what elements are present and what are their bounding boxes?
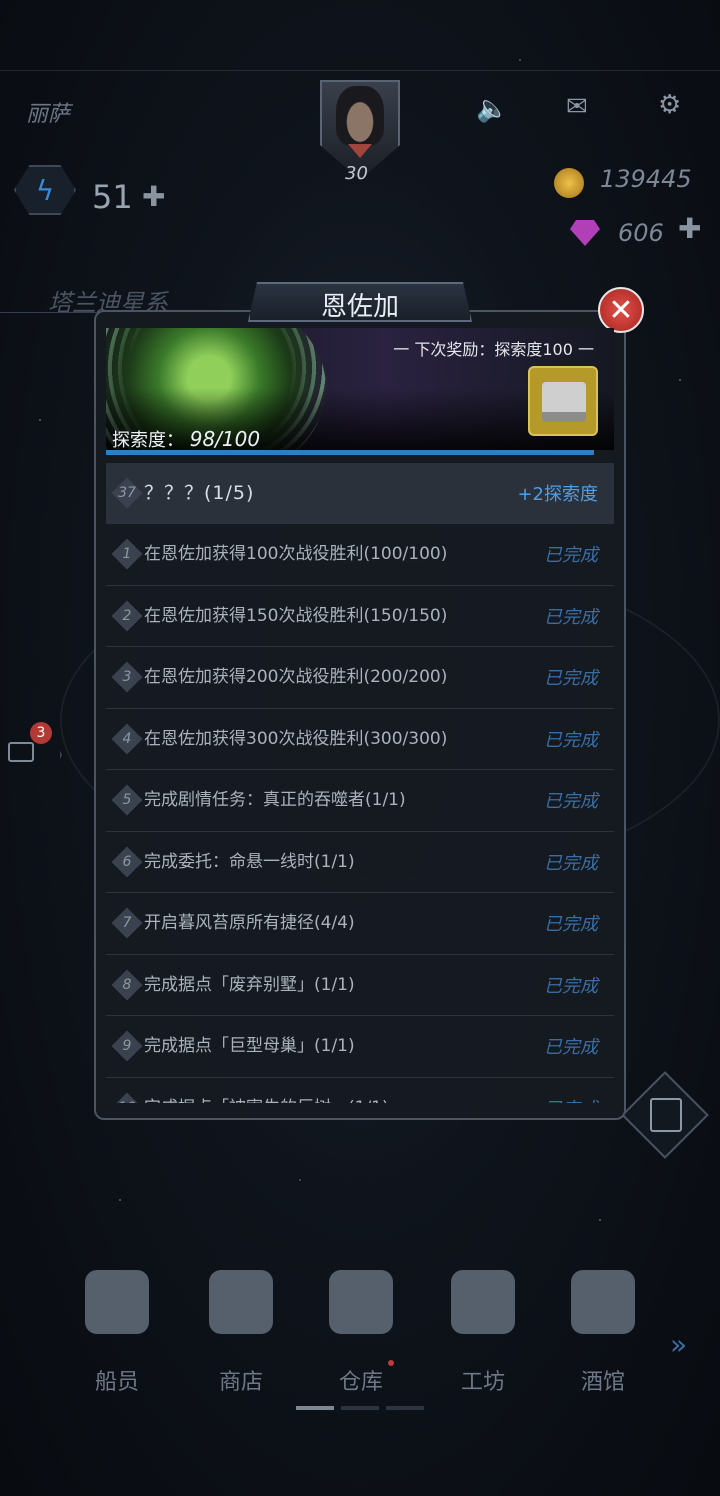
- item-status: 已完成: [544, 545, 598, 567]
- exploration-value: 98/100: [189, 427, 261, 450]
- item-status: 已完成: [544, 1095, 598, 1103]
- item-number: 10: [116, 1100, 138, 1103]
- add-energy-icon[interactable]: ✚: [142, 180, 165, 213]
- item-number: 7: [122, 915, 132, 932]
- item-text: ？？？(1/5): [144, 482, 255, 504]
- item-text: 在恩佐加获得200次战役胜利(200/200): [144, 667, 448, 688]
- warehouse-notification-dot: [388, 1360, 394, 1366]
- coin-value: 139445: [600, 165, 692, 193]
- nav-label: 仓库: [338, 1370, 383, 1395]
- item-number: 9: [122, 1038, 132, 1055]
- item-status: 已完成: [544, 606, 598, 628]
- nav-item-0[interactable]: 船员: [62, 1270, 172, 1396]
- item-number: 4: [122, 730, 132, 747]
- page-indicator: [386, 1406, 424, 1410]
- close-button[interactable]: ✕: [598, 287, 644, 333]
- item-number: 1: [122, 546, 132, 563]
- item-status: 已完成: [544, 852, 598, 874]
- item-status: 已完成: [544, 1037, 598, 1059]
- list-item[interactable]: 8 完成据点「废弃别墅」(1/1) 已完成: [106, 955, 614, 1016]
- item-number: 6: [122, 853, 132, 870]
- next-reward-label: 一 下次奖励：探索度100 一: [393, 340, 594, 359]
- nav-label: 船员: [94, 1370, 139, 1395]
- nav-label: 工坊: [460, 1370, 505, 1395]
- item-number: 37: [118, 485, 136, 501]
- exploration-label: 探索度：: [112, 430, 184, 450]
- list-item[interactable]: 9 完成据点「巨型母巢」(1/1) 已完成: [106, 1016, 614, 1078]
- double-chevron-right-icon[interactable]: »: [670, 1328, 687, 1361]
- list-item[interactable]: 7 开启暮风苔原所有捷径(4/4) 已完成: [106, 893, 614, 955]
- list-item[interactable]: 2 在恩佐加获得150次战役胜利(150/150) 已完成: [106, 586, 614, 647]
- item-text: 完成剧情任务：真正的吞噬者(1/1): [144, 790, 406, 811]
- item-text: 开启暮风苔原所有捷径(4/4): [144, 913, 355, 934]
- item-text: 完成据点「被寄生的巨树」(1/1): [144, 1096, 504, 1103]
- coin-icon: [554, 168, 584, 198]
- exploration-progress-bar: [106, 450, 595, 455]
- nav-item-3[interactable]: 工坊: [428, 1270, 538, 1396]
- list-item[interactable]: 10 完成据点「被寄生的巨树」(1/1) 已完成: [106, 1078, 614, 1103]
- page-indicator: [341, 1406, 379, 1410]
- list-item[interactable]: 1 在恩佐加获得100次战役胜利(100/100) 已完成: [106, 524, 614, 586]
- mail-icon[interactable]: ✉: [566, 92, 588, 122]
- player-name[interactable]: 丽萨: [26, 96, 70, 128]
- item-text: 在恩佐加获得150次战役胜利(150/150): [144, 605, 448, 626]
- crew-icon: [85, 1270, 149, 1334]
- gem-value: 606: [618, 219, 664, 247]
- item-text: 完成委托：命悬一线时(1/1): [144, 851, 355, 872]
- avatar-portrait: [336, 86, 384, 146]
- item-status: 已完成: [544, 668, 598, 690]
- item-number: 5: [122, 792, 132, 809]
- gear-icon[interactable]: ⚙: [658, 90, 681, 120]
- reward-chest-button[interactable]: [528, 366, 598, 436]
- list-item[interactable]: 4 在恩佐加获得300次战役胜利(300/300) 已完成: [106, 709, 614, 770]
- item-status: 已完成: [544, 729, 598, 751]
- item-text: 完成据点「巨型母巢」(1/1): [144, 1036, 355, 1057]
- page-indicator-active: [296, 1406, 334, 1410]
- add-gem-icon[interactable]: ✚: [678, 212, 701, 245]
- shop-icon: [209, 1270, 273, 1334]
- item-status: 已完成: [544, 975, 598, 997]
- chat-unread-badge: 3: [30, 722, 52, 744]
- nav-item-1[interactable]: 商店: [186, 1270, 296, 1396]
- item-text: 在恩佐加获得300次战役胜利(300/300): [144, 728, 448, 749]
- planet-banner: 一 下次奖励：探索度100 一 探索度： 98/100: [106, 328, 614, 450]
- close-icon: ✕: [608, 292, 634, 328]
- item-reward: +2探索度: [517, 484, 598, 505]
- nav-label: 酒馆: [580, 1370, 625, 1395]
- item-text: 完成据点「废弃别墅」(1/1): [144, 974, 355, 995]
- item-number: 3: [122, 669, 132, 686]
- energy-value: 51: [92, 178, 133, 216]
- list-item-current[interactable]: 37 ？？？(1/5) +2探索度: [106, 463, 614, 524]
- item-status: 已完成: [544, 914, 598, 936]
- nav-label: 商店: [218, 1370, 263, 1395]
- chat-icon: [8, 742, 34, 762]
- list-item[interactable]: 3 在恩佐加获得200次战役胜利(200/200) 已完成: [106, 647, 614, 709]
- achievement-list[interactable]: 37 ？？？(1/5) +2探索度 1 在恩佐加获得100次战役胜利(100/10…: [106, 463, 614, 1103]
- item-number: 2: [122, 607, 132, 624]
- item-number: 8: [122, 976, 132, 993]
- item-text: 在恩佐加获得100次战役胜利(100/100): [144, 544, 448, 565]
- exploration-progress-text: 探索度： 98/100: [112, 426, 260, 450]
- item-status: 已完成: [544, 791, 598, 813]
- chest-icon: [542, 382, 586, 422]
- warehouse-icon: [329, 1270, 393, 1334]
- checklist-icon: [650, 1098, 682, 1132]
- list-item[interactable]: 5 完成剧情任务：真正的吞噬者(1/1) 已完成: [106, 770, 614, 832]
- workshop-icon: [451, 1270, 515, 1334]
- modal-title: 恩佐加: [320, 292, 399, 322]
- nav-item-2[interactable]: 仓库: [306, 1270, 416, 1396]
- gem-icon: [570, 220, 600, 246]
- list-item[interactable]: 6 完成委托：命悬一线时(1/1) 已完成: [106, 832, 614, 893]
- player-level: 30: [345, 163, 368, 184]
- nav-item-4[interactable]: 酒馆: [548, 1270, 658, 1396]
- energy-icon: ϟ: [14, 165, 76, 215]
- speaker-icon[interactable]: 🔈: [476, 94, 508, 124]
- tavern-icon: [571, 1270, 635, 1334]
